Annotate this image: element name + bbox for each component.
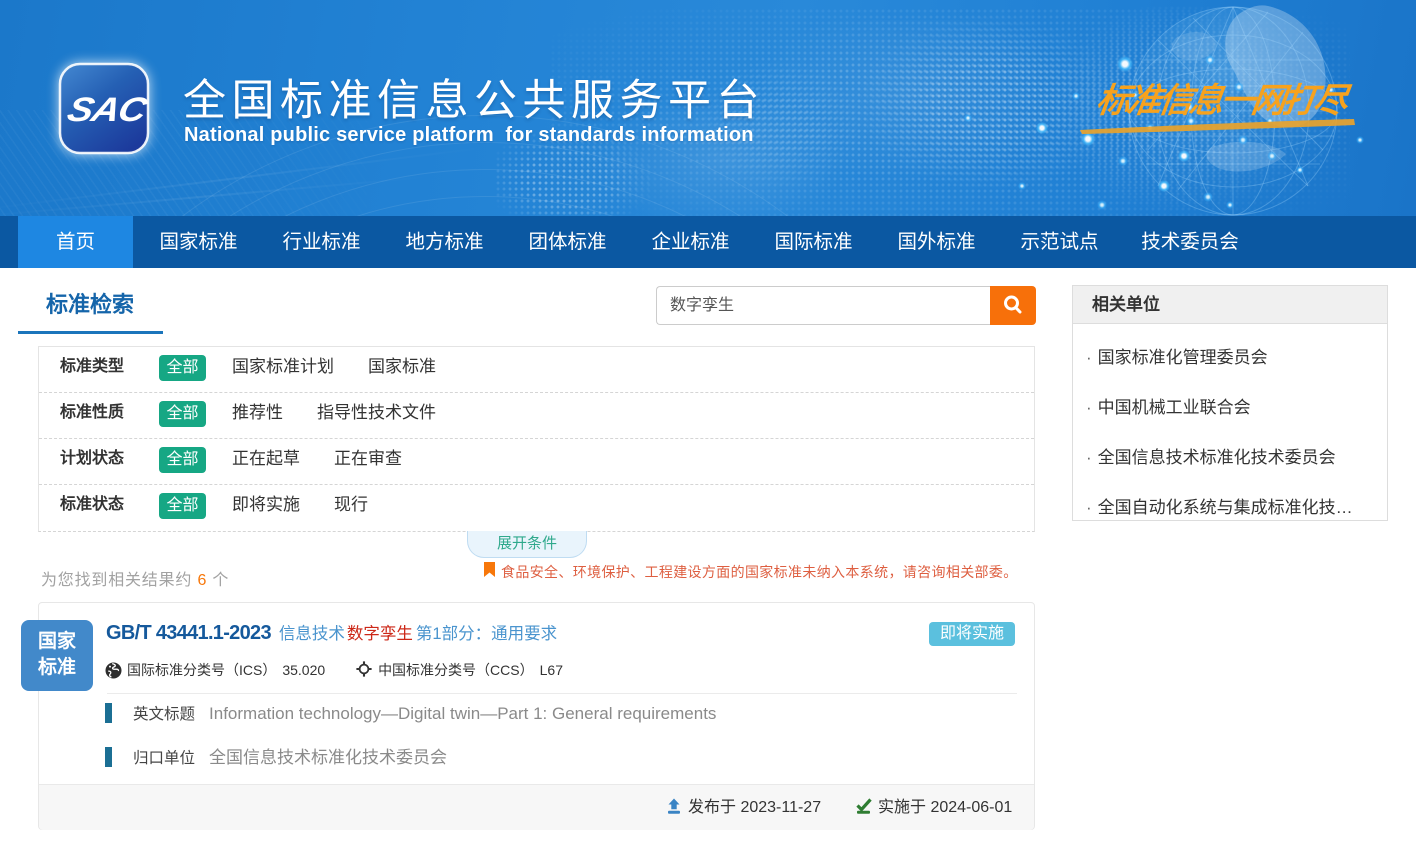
svg-text:SAC: SAC [64, 90, 150, 128]
